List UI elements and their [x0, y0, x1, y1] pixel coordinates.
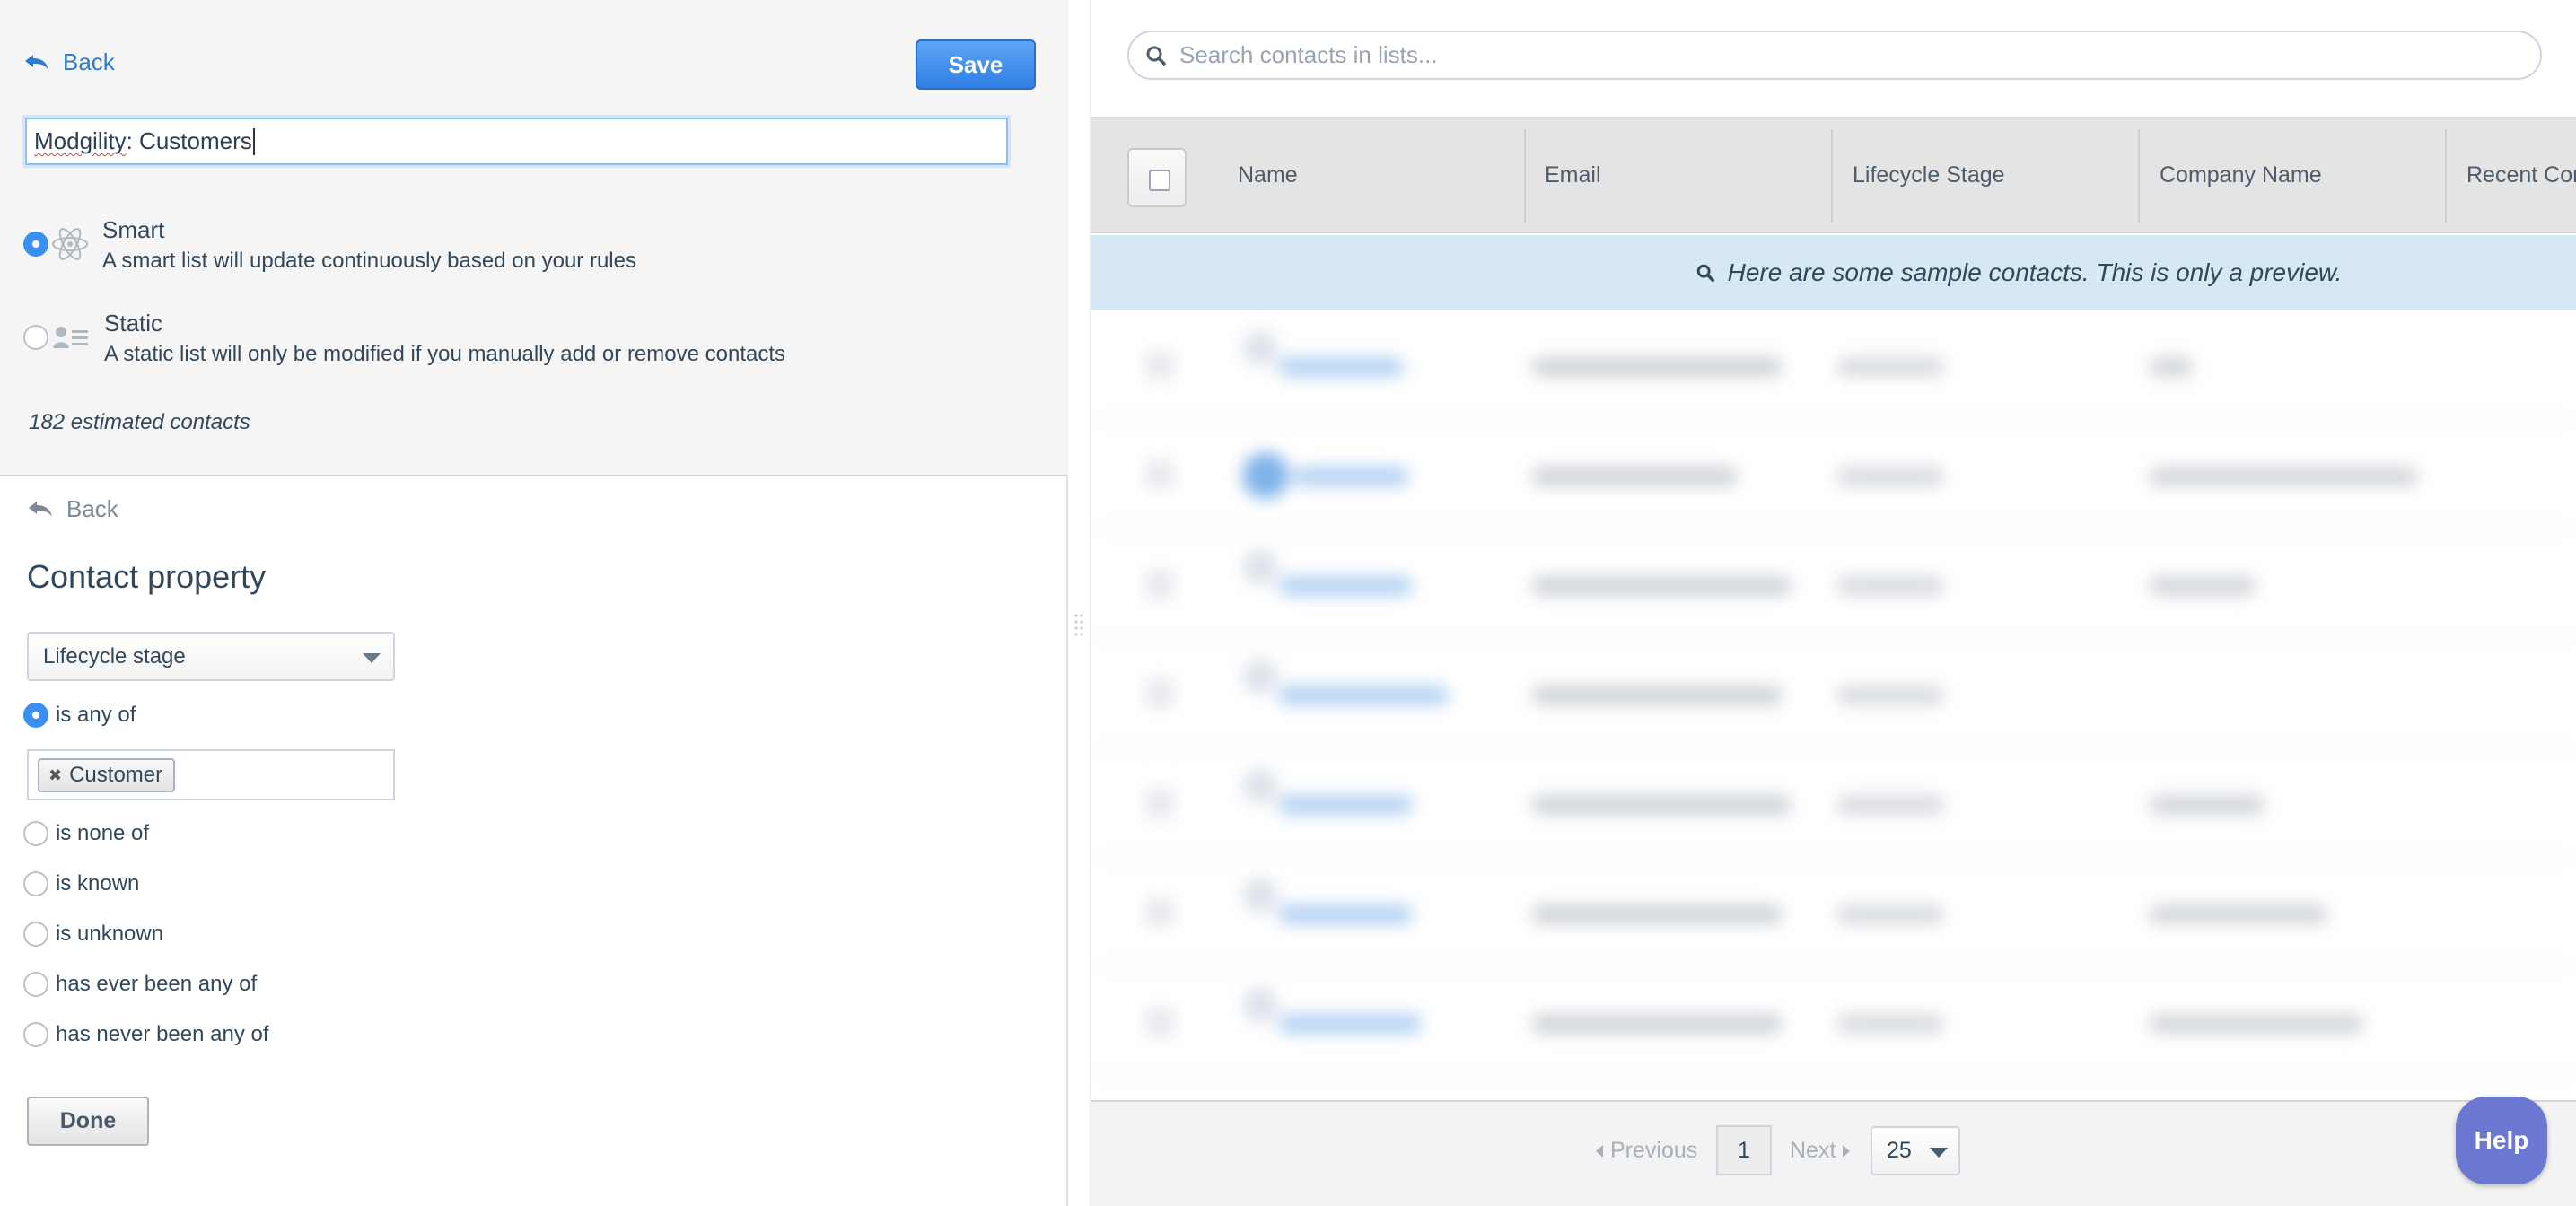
- operator-radio[interactable]: [23, 821, 48, 846]
- pagination-bar: Previous 1 Next 25: [1091, 1100, 2576, 1206]
- contact-card-icon: [53, 327, 88, 348]
- preview-notice: Here are some sample contacts. This is o…: [1091, 235, 2576, 310]
- atom-icon: [52, 228, 88, 260]
- filter-back-link[interactable]: Back: [27, 495, 118, 523]
- select-all-checkbox[interactable]: [1127, 148, 1187, 207]
- search-contacts-input[interactable]: Search contacts in lists...: [1127, 31, 2542, 80]
- operator-radio[interactable]: [23, 871, 48, 896]
- filter-back-label: Back: [66, 495, 118, 522]
- estimated-contacts: 182 estimated contacts: [29, 410, 250, 434]
- operator-label: is known: [56, 871, 140, 896]
- property-select[interactable]: Lifecycle stage: [27, 632, 395, 681]
- static-list-radio[interactable]: [23, 325, 48, 350]
- filter-title: Contact property: [27, 558, 267, 595]
- chevron-down-icon: [1930, 1148, 1948, 1158]
- caret-right-icon: [1843, 1144, 1851, 1158]
- column-divider[interactable]: [1831, 129, 1833, 223]
- magnifier-icon: [1696, 264, 1714, 282]
- operator-has-never-been-any-of[interactable]: has never been any of: [23, 1022, 269, 1047]
- chevron-down-icon: [363, 653, 381, 663]
- value-tag: ✖ Customer: [38, 758, 176, 792]
- back-link-label: Back: [63, 48, 115, 75]
- operator-label: has never been any of: [56, 1022, 269, 1046]
- text-caret: [252, 127, 255, 155]
- next-page-label: Next: [1790, 1138, 1836, 1163]
- operator-radio[interactable]: [23, 972, 48, 997]
- drag-handle-icon[interactable]: [1073, 613, 1084, 638]
- column-header-name[interactable]: Name: [1238, 118, 1298, 232]
- static-list-title: Static: [104, 310, 163, 336]
- operator-radio[interactable]: [23, 922, 48, 947]
- operator-has-ever-been-any-of[interactable]: has ever been any of: [23, 972, 257, 997]
- value-tag-input[interactable]: ✖ Customer: [27, 749, 395, 800]
- static-list-description: A static list will only be modified if y…: [104, 342, 786, 366]
- panel-splitter[interactable]: [1070, 0, 1090, 1206]
- blurred-sample-rows: [1091, 310, 2576, 1100]
- value-tag-label: Customer: [69, 763, 163, 787]
- contacts-preview-panel: Search contacts in lists... Name Email L…: [1090, 0, 2576, 1206]
- column-header-lifecycle-stage[interactable]: Lifecycle Stage: [1853, 118, 2005, 232]
- list-editor-panel: Back Save Modgility: Customers Smart A s…: [0, 0, 1068, 1206]
- operator-is-known[interactable]: is known: [23, 871, 139, 896]
- help-button[interactable]: Help: [2456, 1097, 2547, 1184]
- list-name-misspelled-word: Modgility: [34, 127, 127, 154]
- search-icon: [1146, 46, 1166, 66]
- operator-label: is none of: [56, 821, 150, 845]
- list-name-input[interactable]: Modgility: Customers: [25, 118, 1008, 165]
- remove-tag-icon[interactable]: ✖: [48, 766, 62, 785]
- done-button[interactable]: Done: [27, 1097, 149, 1146]
- smart-list-description: A smart list will update continuously ba…: [102, 249, 636, 273]
- column-header-email[interactable]: Email: [1545, 118, 1601, 232]
- column-divider[interactable]: [2138, 129, 2140, 223]
- operator-is-unknown[interactable]: is unknown: [23, 922, 163, 947]
- previous-page-label: Previous: [1610, 1138, 1698, 1163]
- save-button[interactable]: Save: [916, 39, 1036, 90]
- preview-notice-text: Here are some sample contacts. This is o…: [1727, 258, 2343, 286]
- next-page-button[interactable]: Next: [1790, 1138, 1851, 1164]
- smart-list-title: Smart: [102, 216, 165, 243]
- back-arrow-icon: [29, 501, 52, 517]
- operator-label: is unknown: [56, 922, 164, 946]
- operator-is-none-of[interactable]: is none of: [23, 821, 149, 846]
- column-divider[interactable]: [2445, 129, 2447, 223]
- column-header-company-name[interactable]: Company Name: [2160, 118, 2322, 232]
- search-placeholder: Search contacts in lists...: [1179, 41, 1438, 68]
- column-divider[interactable]: [1524, 129, 1526, 223]
- list-settings-section: Back Save Modgility: Customers Smart A s…: [0, 0, 1068, 476]
- column-header-recent-conversion[interactable]: Recent Con: [2466, 118, 2576, 232]
- page-size-value: 25: [1887, 1138, 1912, 1163]
- caret-left-icon: [1596, 1144, 1603, 1158]
- page-size-select[interactable]: 25: [1871, 1126, 1960, 1175]
- operator-radio[interactable]: [23, 703, 48, 728]
- operator-radio[interactable]: [23, 1022, 48, 1047]
- previous-page-button[interactable]: Previous: [1596, 1138, 1697, 1164]
- back-arrow-icon: [25, 54, 48, 70]
- table-row: [1091, 858, 2576, 967]
- table-row: [1091, 529, 2576, 639]
- table-row: [1091, 420, 2576, 529]
- current-page[interactable]: 1: [1716, 1125, 1772, 1175]
- property-select-value: Lifecycle stage: [43, 643, 186, 669]
- back-link[interactable]: Back: [23, 48, 115, 76]
- table-header: Name Email Lifecycle Stage Company Name …: [1091, 117, 2576, 233]
- smart-list-radio[interactable]: [23, 232, 48, 257]
- operator-is-any-of[interactable]: is any of: [23, 703, 136, 728]
- list-name-rest: : Customers: [126, 127, 252, 154]
- table-row: [1091, 967, 2576, 1077]
- table-row: [1091, 310, 2576, 420]
- operator-label: has ever been any of: [56, 972, 258, 996]
- operator-label: is any of: [56, 703, 136, 727]
- table-row: [1091, 748, 2576, 858]
- table-row: [1091, 639, 2576, 748]
